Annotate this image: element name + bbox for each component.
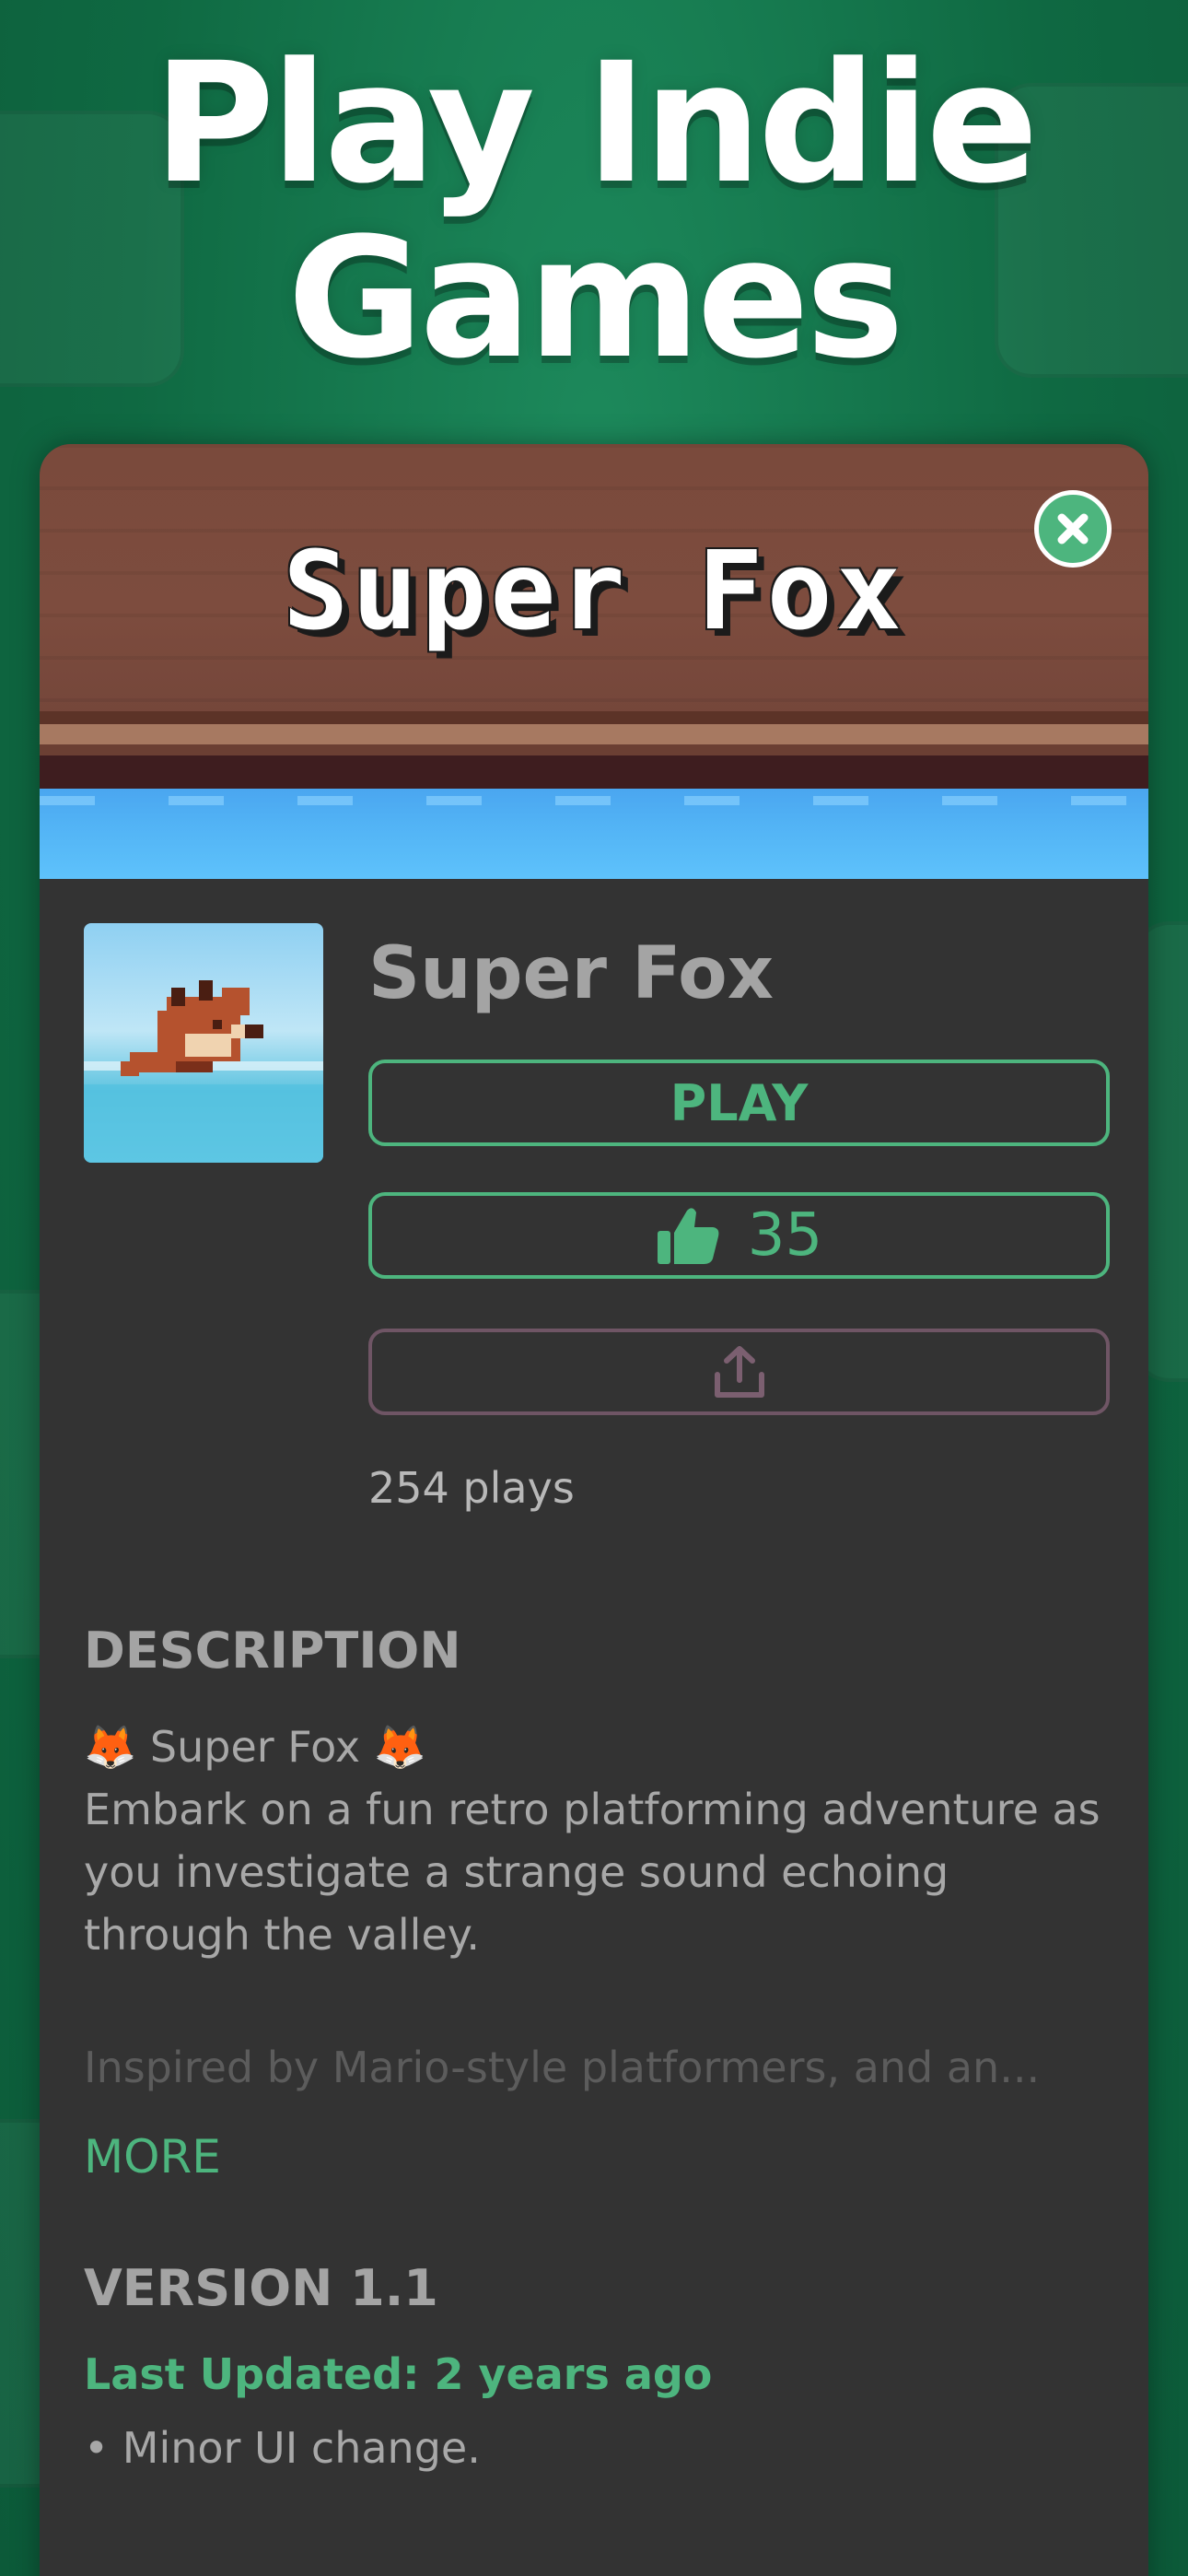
thumbs-up-icon (657, 1208, 719, 1264)
share-button[interactable] (368, 1329, 1110, 1415)
description-faded-text: Inspired by Mario-style platformers, and… (84, 2043, 1041, 2092)
game-banner: Super Fox (40, 444, 1148, 879)
play-count: 254 plays (368, 1463, 575, 1513)
version-heading: VERSION 1.1 (84, 2259, 438, 2317)
fox-sprite-icon (84, 980, 323, 1163)
last-updated-text: Last Updated: 2 years ago (84, 2349, 713, 2399)
play-button[interactable]: PLAY (368, 1060, 1110, 1146)
like-button[interactable]: 35 (368, 1192, 1110, 1279)
banner-plank (40, 755, 1148, 789)
game-thumbnail (84, 923, 323, 1163)
close-button[interactable] (1034, 490, 1112, 568)
share-icon (714, 1346, 764, 1398)
banner-plank (40, 724, 1148, 744)
like-count: 35 (747, 1201, 823, 1270)
description-text: 🦊 Super Fox 🦊 Embark on a fun retro plat… (84, 1715, 1115, 1966)
headline-line-2: Games (287, 203, 904, 395)
banner-plank (40, 711, 1148, 724)
description-line-1: 🦊 Super Fox 🦊 (84, 1722, 426, 1772)
more-link[interactable]: MORE (84, 2130, 221, 2184)
banner-title: Super Fox (283, 527, 905, 654)
game-title: Super Fox (368, 932, 775, 1015)
headline-line-1: Play Indie (153, 28, 1038, 220)
description-heading: DESCRIPTION (84, 1622, 461, 1680)
changelog-item: • Minor UI change. (84, 2423, 481, 2473)
description-body: Embark on a fun retro platforming advent… (84, 1785, 1101, 1960)
close-icon (1057, 513, 1089, 544)
promo-headline: Play Indie Games (0, 37, 1188, 387)
banner-plank (40, 744, 1148, 755)
banner-water (40, 789, 1148, 879)
game-details-card: Super Fox Super Fox PLAY 35 254 plays DE… (40, 444, 1148, 2576)
